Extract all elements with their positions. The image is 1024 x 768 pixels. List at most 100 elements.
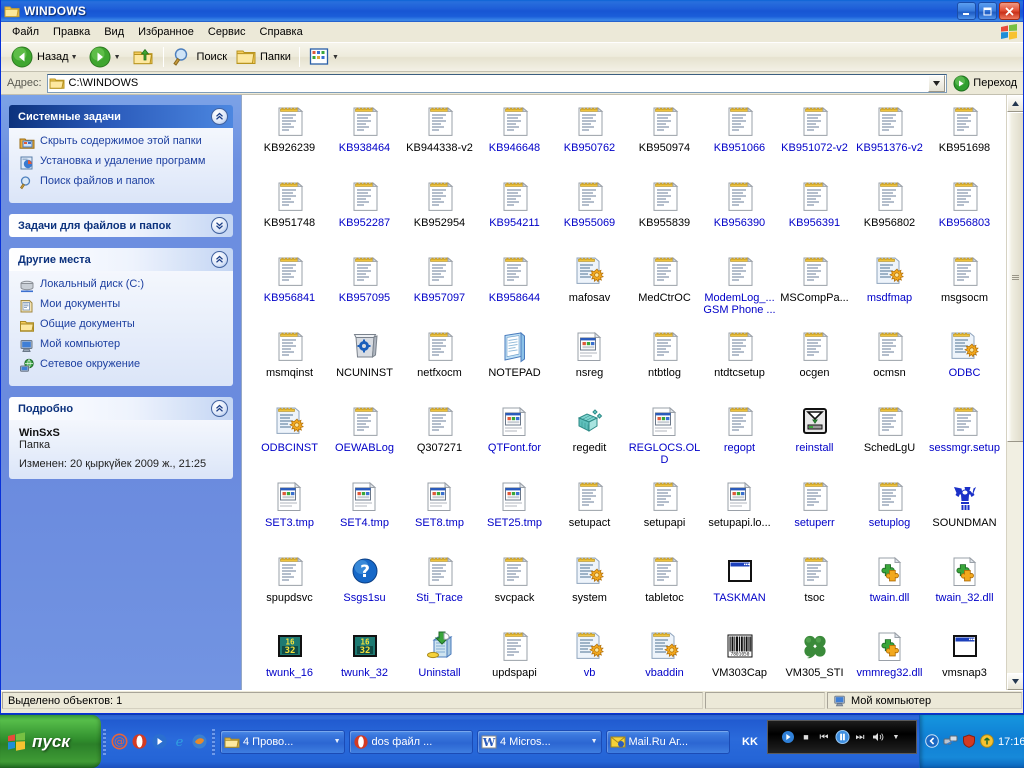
file-item[interactable]: mafosav (552, 251, 627, 326)
chevron-down-icon[interactable] (211, 217, 228, 234)
file-item[interactable]: KB957097 (402, 251, 477, 326)
panel-other-places-header[interactable]: Другие места (9, 248, 233, 271)
file-item[interactable]: vmsnap3 (927, 626, 1002, 690)
file-item[interactable]: ntdtcsetup (702, 326, 777, 401)
file-item[interactable]: ocgen (777, 326, 852, 401)
file-item[interactable]: KB957095 (327, 251, 402, 326)
go-button[interactable]: Переход (951, 73, 1021, 93)
file-item[interactable]: ocmsn (852, 326, 927, 401)
maximize-button[interactable] (978, 2, 997, 20)
task-add-remove-programs[interactable]: Установка и удаление программ (19, 155, 225, 171)
file-item[interactable]: setupact (552, 476, 627, 551)
file-item[interactable]: vmmreg32.dll (852, 626, 927, 690)
panel-system-tasks-header[interactable]: Системные задачи (9, 105, 233, 128)
file-item[interactable]: OEWABLog (327, 401, 402, 476)
file-item[interactable]: VM305_STI (777, 626, 852, 690)
file-item[interactable]: system (552, 551, 627, 626)
task-hide-folder-contents[interactable]: Скрыть содержимое этой папки (19, 135, 225, 151)
forward-button[interactable]: ▼ (84, 45, 127, 69)
place-network-places[interactable]: Сетевое окружение (19, 358, 225, 374)
file-item[interactable]: KB956841 (252, 251, 327, 326)
file-item[interactable]: tsoc (777, 551, 852, 626)
place-shared-documents[interactable]: Общие документы (19, 318, 225, 334)
file-item[interactable]: Uninstall (402, 626, 477, 690)
shield-icon[interactable] (962, 733, 976, 750)
file-item[interactable]: KB954211 (477, 176, 552, 251)
minimize-button[interactable] (957, 2, 976, 20)
file-item[interactable]: reinstall (777, 401, 852, 476)
file-item[interactable]: MSCompPa... (777, 251, 852, 326)
file-list-pane[interactable]: KB926239 KB938464 KB944338-v2 KB946648 K… (241, 95, 1023, 690)
clock[interactable]: 17:16 (998, 736, 1024, 748)
file-item[interactable]: ODBCINST (252, 401, 327, 476)
network-icon[interactable] (943, 734, 958, 750)
file-item[interactable]: KB956803 (927, 176, 1002, 251)
place-my-documents[interactable]: Мои документы (19, 298, 225, 314)
file-item[interactable]: KB951698 (927, 101, 1002, 176)
file-item[interactable]: KB956390 (702, 176, 777, 251)
file-item[interactable]: KB950762 (552, 101, 627, 176)
menu-item-file[interactable]: Файл (5, 24, 46, 40)
task-button-opera[interactable]: dos файл ... (348, 729, 473, 754)
file-item[interactable]: KB956802 (852, 176, 927, 251)
media-next-button[interactable]: ⏭ (853, 730, 868, 745)
language-indicator[interactable]: KK (733, 715, 767, 768)
file-item[interactable]: SET8.tmp (402, 476, 477, 551)
ie-icon[interactable]: e (170, 733, 188, 751)
file-item[interactable]: SOUNDMAN (927, 476, 1002, 551)
file-item[interactable]: NOTEPAD (477, 326, 552, 401)
media-pause-button[interactable] (834, 729, 850, 745)
chevron-down-icon[interactable]: ▼ (591, 738, 598, 745)
file-item[interactable]: nsreg (552, 326, 627, 401)
file-item[interactable]: KB951376-v2 (852, 101, 927, 176)
file-item[interactable]: svcpack (477, 551, 552, 626)
file-item[interactable]: spupdsvc (252, 551, 327, 626)
file-item[interactable]: Q307271 (402, 401, 477, 476)
file-item[interactable]: netfxocm (402, 326, 477, 401)
opera-icon[interactable] (130, 733, 148, 751)
chevron-up-icon[interactable] (211, 108, 228, 125)
file-item[interactable]: KB958644 (477, 251, 552, 326)
file-item[interactable]: MedCtrOC (627, 251, 702, 326)
task-search-files-folders[interactable]: Поиск файлов и папок (19, 175, 225, 191)
file-item[interactable]: Sti_Trace (402, 551, 477, 626)
file-item[interactable]: SchedLgU (852, 401, 927, 476)
file-item[interactable]: KB951072-v2 (777, 101, 852, 176)
file-item[interactable]: 7801050 VM303Cap (702, 626, 777, 690)
file-item[interactable]: KB926239 (252, 101, 327, 176)
file-item[interactable]: KB944338-v2 (402, 101, 477, 176)
file-item[interactable]: SET25.tmp (477, 476, 552, 551)
file-item[interactable]: setupapi.lo... (702, 476, 777, 551)
file-item[interactable]: setuplog (852, 476, 927, 551)
search-button[interactable]: Поиск (168, 45, 231, 69)
place-my-computer[interactable]: Мой компьютер (19, 338, 225, 354)
file-item[interactable]: KB951066 (702, 101, 777, 176)
file-item[interactable]: updspapi (477, 626, 552, 690)
file-item[interactable]: KB946648 (477, 101, 552, 176)
title-bar[interactable]: WINDOWS (1, 0, 1023, 22)
file-item[interactable]: setuperr (777, 476, 852, 551)
file-item[interactable]: 16 32 twunk_16 (252, 626, 327, 690)
file-item[interactable]: ODBC (927, 326, 1002, 401)
task-button-word[interactable]: W 4 Micros... ▼ (477, 729, 602, 754)
file-item[interactable]: ntbtlog (627, 326, 702, 401)
task-button-explorer[interactable]: 4 Прово... ▼ (220, 729, 345, 754)
views-dropdown-arrow[interactable]: ▼ (330, 54, 341, 61)
file-item[interactable]: KB956391 (777, 176, 852, 251)
menu-item-favorites[interactable]: Избранное (131, 24, 201, 40)
media-previous-button[interactable]: ⏮ (817, 730, 832, 745)
file-item[interactable]: twain_32.dll (927, 551, 1002, 626)
scroll-down-button[interactable] (1007, 673, 1023, 690)
file-item[interactable]: KB952954 (402, 176, 477, 251)
file-item[interactable]: KB950974 (627, 101, 702, 176)
at-mail-icon[interactable]: @ (110, 733, 128, 751)
file-item[interactable]: SET4.tmp (327, 476, 402, 551)
file-item[interactable]: sessmgr.setup (927, 401, 1002, 476)
address-dropdown-button[interactable] (928, 74, 946, 92)
back-dropdown-arrow[interactable]: ▼ (69, 54, 80, 61)
folders-button[interactable]: Папки (231, 45, 295, 69)
panel-file-folder-tasks-header[interactable]: Задачи для файлов и папок (9, 214, 233, 237)
file-item[interactable]: tabletoc (627, 551, 702, 626)
media-volume-arrow[interactable]: ▼ (889, 730, 904, 745)
file-item[interactable]: QTFont.for (477, 401, 552, 476)
